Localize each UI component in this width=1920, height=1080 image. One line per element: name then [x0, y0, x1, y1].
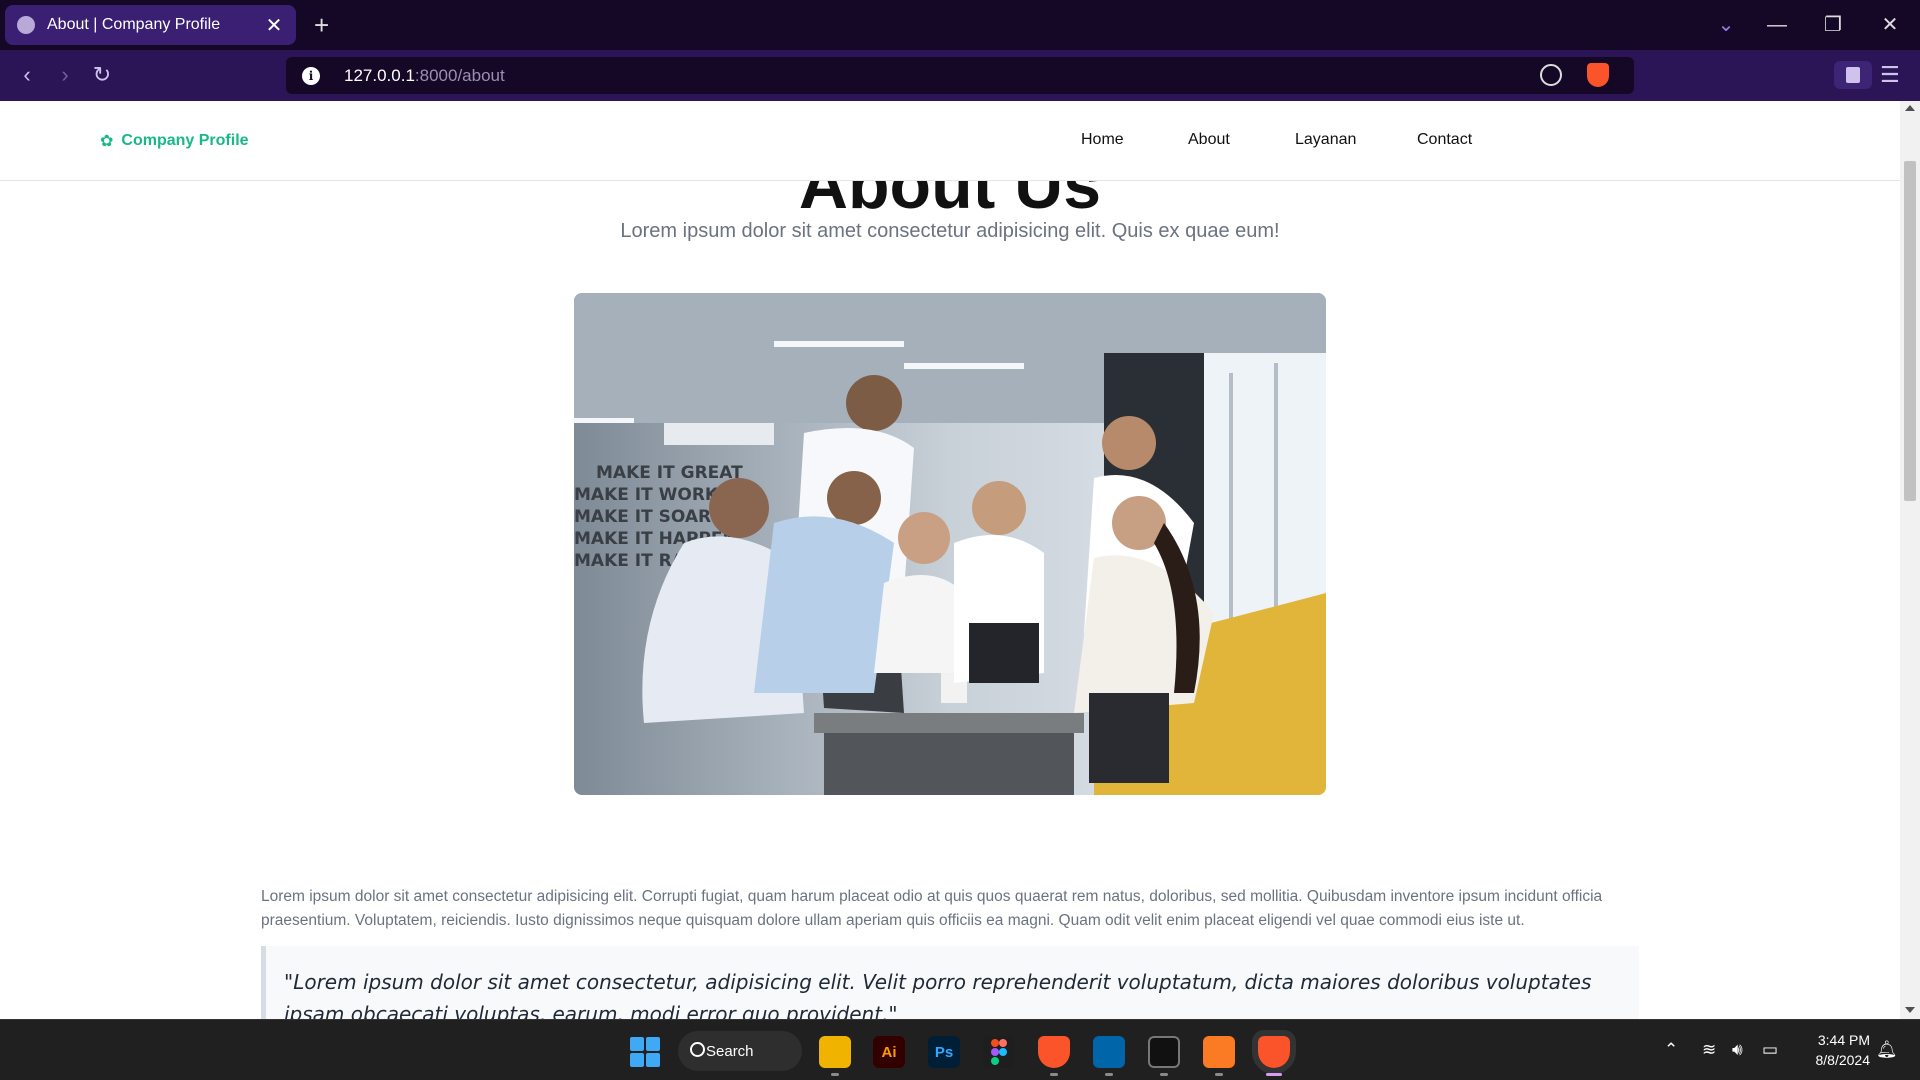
zoom-icon[interactable]: [1540, 64, 1562, 86]
scroll-down-icon[interactable]: [1905, 1007, 1915, 1013]
url-host: 127.0.0.1: [344, 65, 415, 85]
photoshop-icon[interactable]: Ps: [928, 1036, 960, 1068]
windows-start-icon[interactable]: [630, 1037, 660, 1067]
team-meeting-photo: MAKE IT GREAT MAKE IT WORK MAKE IT SOAR …: [574, 293, 1326, 795]
forward-icon[interactable]: ›: [50, 60, 80, 90]
wall-text-line: MAKE IT SOAR: [574, 507, 711, 527]
restore-icon[interactable]: ❐: [1813, 10, 1853, 40]
minimize-icon[interactable]: —: [1757, 10, 1797, 40]
app-running-indicator: [831, 1073, 839, 1076]
file-explorer-icon[interactable]: [819, 1036, 851, 1068]
app-running-indicator: [1160, 1073, 1168, 1076]
address-bar[interactable]: i 127.0.0.1:8000/about: [286, 57, 1634, 94]
tab-title: About | Company Profile: [47, 16, 221, 33]
clover-icon: ✿: [100, 133, 114, 150]
wifi-icon[interactable]: ≋: [1702, 1040, 1716, 1060]
battery-icon[interactable]: ▭: [1762, 1040, 1778, 1060]
wall-text-line: MAKE IT GREAT: [596, 463, 743, 483]
app-running-indicator: [1050, 1073, 1058, 1076]
back-icon[interactable]: ‹: [12, 60, 42, 90]
brave-beta-icon[interactable]: [1038, 1036, 1070, 1068]
nav-link-about[interactable]: About: [1188, 131, 1230, 149]
brand-logo[interactable]: ✿ Company Profile: [100, 131, 249, 151]
app-running-indicator: [1215, 1073, 1223, 1076]
new-tab-button[interactable]: +: [314, 10, 329, 40]
scroll-thumb[interactable]: [1904, 161, 1916, 501]
brave-icon[interactable]: [1252, 1030, 1296, 1074]
nav-link-contact[interactable]: Contact: [1417, 131, 1472, 149]
illustrator-icon[interactable]: Ai: [873, 1036, 905, 1068]
page-viewport: ✿ Company Profile Home About Layanan Con…: [0, 101, 1900, 1019]
xampp-icon[interactable]: [1203, 1036, 1235, 1068]
url-path: :8000/about: [414, 65, 505, 85]
info-icon[interactable]: i: [302, 66, 320, 85]
close-icon[interactable]: ✕: [264, 13, 284, 38]
brave-shield-icon[interactable]: [1587, 63, 1609, 87]
reload-icon[interactable]: ↻: [87, 60, 117, 90]
browser-tab-active[interactable]: About | Company Profile ✕: [5, 5, 296, 45]
close-window-icon[interactable]: ✕: [1870, 10, 1910, 40]
taskbar: Search Ai Ps ⌃ ≋ 🔊︎ ▭ 3:44 PM 8/8/2024 🔔…: [0, 1019, 1920, 1080]
menu-icon[interactable]: ☰: [1880, 62, 1900, 88]
quote-block: "Lorem ipsum dolor sit amet consectetur,…: [261, 946, 1639, 1019]
profile-icon[interactable]: [1834, 61, 1872, 89]
quote-text: "Lorem ipsum dolor sit amet consectetur,…: [284, 970, 1592, 1019]
chevron-down-icon[interactable]: ⌄: [1706, 10, 1746, 40]
figma-icon[interactable]: [983, 1036, 1015, 1068]
clock-date[interactable]: 8/8/2024: [1790, 1052, 1871, 1068]
site-navbar: ✿ Company Profile Home About Layanan Con…: [0, 101, 1900, 181]
terminal-icon[interactable]: [1148, 1036, 1180, 1068]
taskbar-search[interactable]: Search: [678, 1031, 802, 1071]
about-paragraph: Lorem ipsum dolor sit amet consectetur a…: [261, 888, 1603, 929]
page-subtitle: Lorem ipsum dolor sit amet consectetur a…: [620, 220, 1280, 242]
vscode-icon[interactable]: [1093, 1036, 1125, 1068]
app-running-indicator: [1105, 1073, 1113, 1076]
wall-text-line: MAKE IT WORK: [574, 485, 719, 505]
nav-link-home[interactable]: Home: [1081, 131, 1124, 149]
hero-image: MAKE IT GREAT MAKE IT WORK MAKE IT SOAR …: [574, 293, 1326, 795]
volume-icon[interactable]: 🔊︎: [1732, 1040, 1743, 1060]
search-label: Search: [706, 1042, 754, 1060]
search-icon: [690, 1042, 705, 1057]
brand-name: Company Profile: [121, 132, 249, 149]
browser-tab-bar: About | Company Profile ✕ + ⌄ — ❐ ✕: [0, 0, 1920, 50]
clock-time[interactable]: 3:44 PM: [1790, 1032, 1870, 1048]
globe-icon: [17, 16, 35, 34]
app-active-indicator: [1266, 1073, 1282, 1076]
notification-bell-icon[interactable]: 🔔︎: [1876, 1040, 1898, 1060]
scrollbar[interactable]: [1900, 101, 1920, 1019]
nav-link-layanan[interactable]: Layanan: [1295, 131, 1356, 149]
chevron-up-icon[interactable]: ⌃: [1664, 1040, 1678, 1060]
scroll-up-icon[interactable]: [1905, 105, 1915, 111]
